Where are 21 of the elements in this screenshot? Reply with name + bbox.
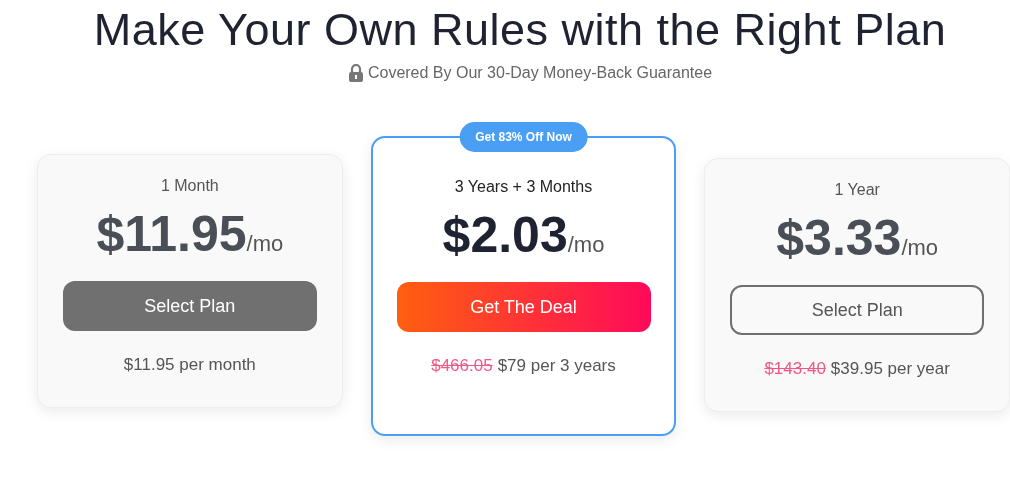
price-unit: /mo	[567, 232, 605, 258]
plan-price: $3.33	[776, 209, 902, 267]
discount-badge: Get 83% Off Now	[459, 122, 588, 152]
deal-button[interactable]: Get The Deal	[396, 282, 651, 332]
select-plan-button[interactable]: Select Plan	[62, 281, 317, 331]
guarantee-text: Covered By Our 30-Day Money-Back Guarantee	[367, 64, 713, 82]
plan-price: $11.95	[96, 205, 247, 263]
plan-name: 3 Years + 3 Months	[454, 178, 593, 196]
billing-text: $11.95 per month	[123, 355, 256, 375]
original-price: $466.05	[431, 356, 493, 376]
plan-name: 1 Month	[160, 177, 219, 195]
original-price: $143.40	[764, 359, 826, 379]
page-title: Make Your Own Rules with the Right Plan	[92, 3, 948, 56]
plan-price: $2.03	[442, 206, 568, 264]
price-unit: /mo	[901, 235, 939, 261]
plan-name: 1 Year	[834, 181, 880, 199]
padlock-icon	[347, 64, 364, 82]
billing-text: $39.95 per year	[830, 359, 950, 379]
billing-text: $79 per 3 years	[497, 356, 616, 376]
select-plan-button[interactable]: Select Plan	[730, 285, 985, 335]
price-unit: /mo	[246, 231, 284, 257]
